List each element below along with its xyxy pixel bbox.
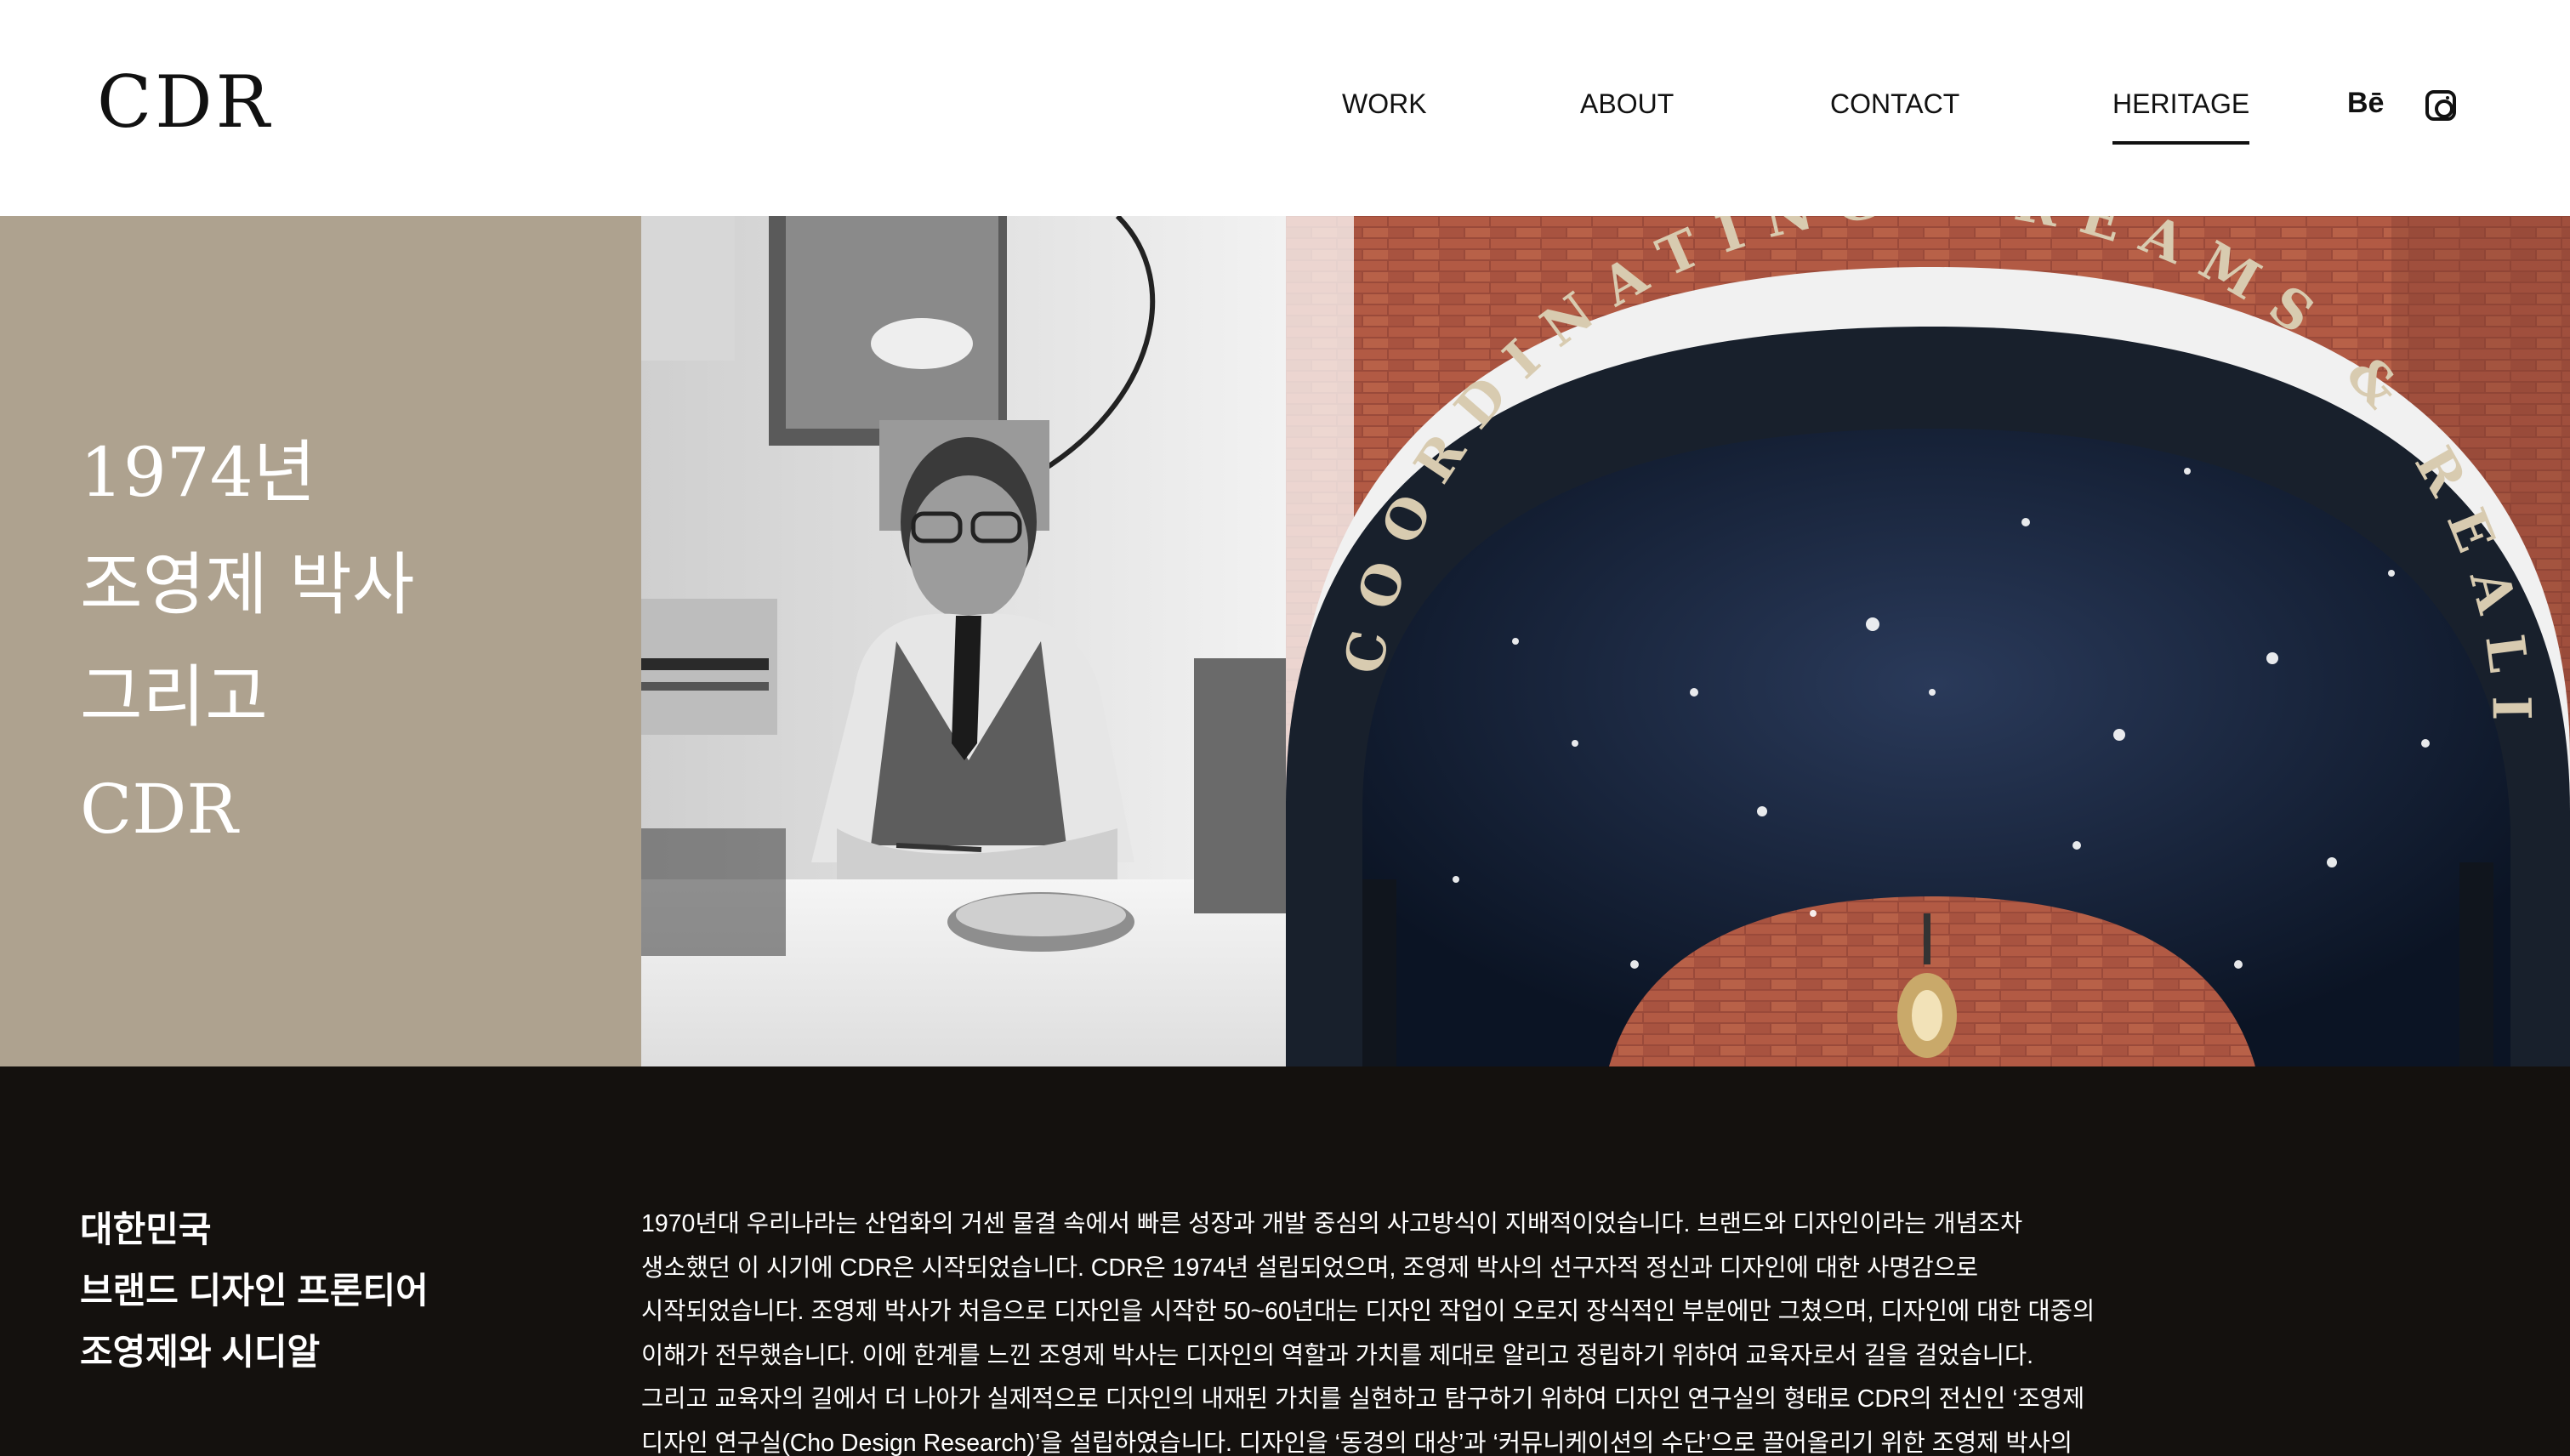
heritage-intro-section: 대한민국 브랜드 디자인 프론티어 조영제와 시디알 1970년대 우리나라는 … — [0, 1066, 2570, 1456]
nav-work[interactable]: WORK — [1342, 90, 1427, 117]
portrait-photo-image — [641, 216, 1286, 1066]
arch-sign-image: COORDINATING DREAMS & REALITY — [1286, 216, 2570, 1066]
section-heading-line: 조영제와 시디알 — [80, 1332, 321, 1372]
section-heading-line: 브랜드 디자인 프론티어 — [80, 1271, 429, 1311]
hero-title-line: CDR — [80, 770, 238, 849]
hero-title-panel: 1974년 조영제 박사 그리고 CDR — [0, 216, 641, 1066]
site-header: CDR WORK ABOUT CONTACT HERITAGE Bē — [0, 0, 2570, 216]
section-heading-line: 대한민국 — [80, 1209, 212, 1249]
nav-about[interactable]: ABOUT — [1580, 90, 1674, 117]
logo[interactable]: CDR — [97, 66, 273, 138]
section-body-text: 1970년대 우리나라는 산업화의 거센 물결 속에서 빠른 성장과 개발 중심… — [641, 1210, 2095, 1456]
hero-title-line: 그리고 — [80, 657, 268, 737]
portrait-photo — [641, 216, 1286, 1066]
section-heading: 대한민국 브랜드 디자인 프론티어 조영제와 시디알 — [80, 1199, 429, 1383]
behance-icon[interactable]: Bē — [2347, 88, 2384, 117]
hero-title-line: 조영제 박사 — [80, 545, 415, 624]
hero-title-line: 1974년 — [80, 433, 316, 512]
hero-title: 1974년 조영제 박사 그리고 CDR — [80, 417, 414, 866]
nav-heritage[interactable]: HERITAGE — [2112, 90, 2250, 145]
arch-sign-photo: COORDINATING DREAMS & REALITY — [1286, 216, 2570, 1066]
instagram-icon[interactable] — [2425, 90, 2456, 121]
nav-contact[interactable]: CONTACT — [1830, 90, 1959, 117]
